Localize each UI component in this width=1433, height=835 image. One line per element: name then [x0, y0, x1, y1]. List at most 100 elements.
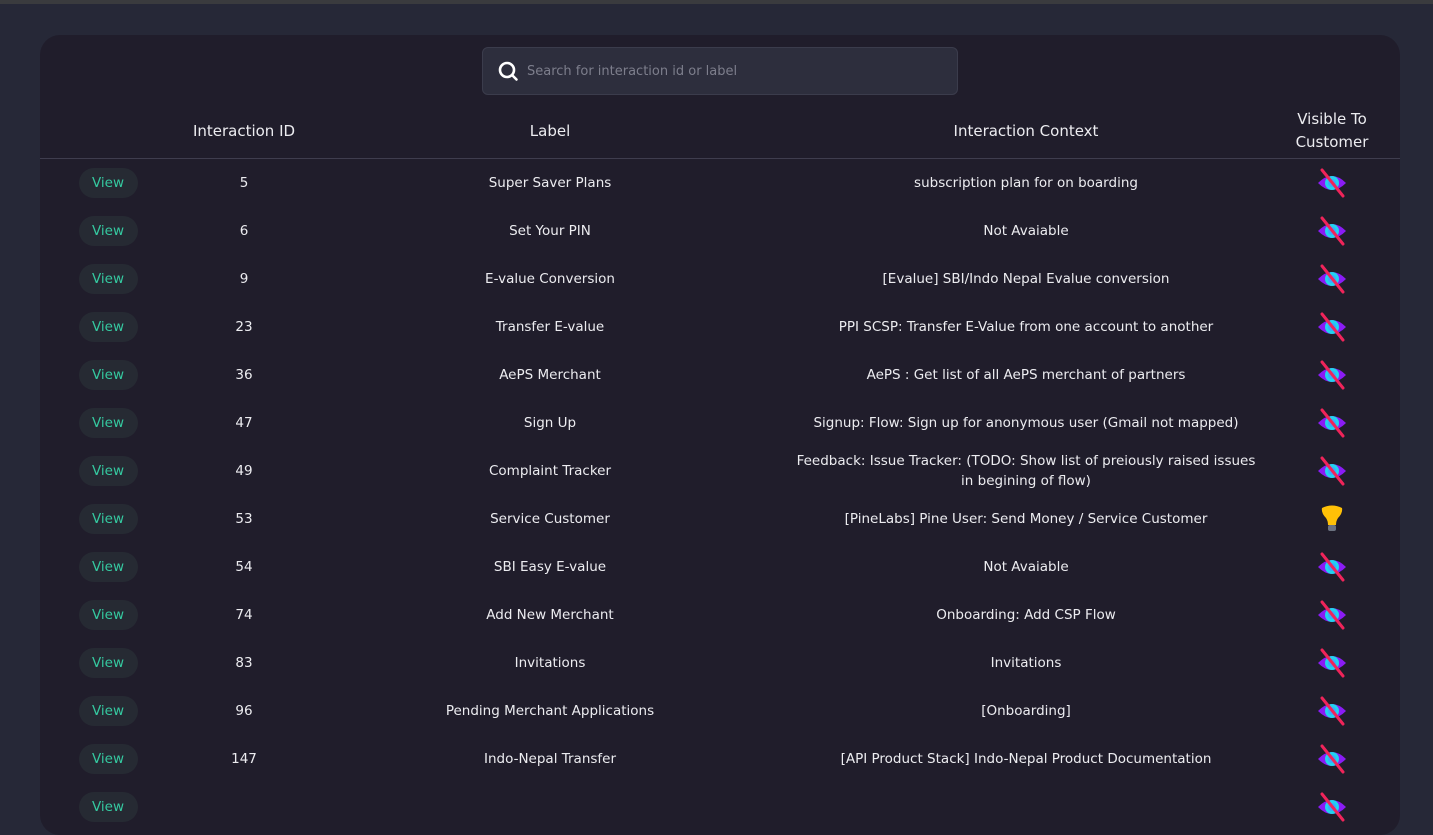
- interaction-label: Transfer E-value: [495, 319, 605, 335]
- interaction-label: Set Your PIN: [509, 223, 591, 239]
- interaction-label: Service Customer: [490, 511, 610, 527]
- interaction-context: subscription plan for on boarding: [914, 175, 1138, 191]
- interaction-context: [Onboarding]: [981, 703, 1071, 719]
- eye-off-icon: [1314, 789, 1350, 825]
- interaction-label: AePS Merchant: [499, 367, 601, 383]
- interaction-label: Sign Up: [523, 415, 577, 431]
- interaction-label: [312, 783, 788, 831]
- visibility-cell: [1264, 591, 1400, 639]
- visibility-cell: [1264, 495, 1400, 543]
- interaction-label: Indo-Nepal Transfer: [483, 751, 617, 767]
- interaction-id: 6: [239, 223, 249, 239]
- table-row: View 23 Transfer E-value PPI SCSP: Trans…: [40, 303, 1400, 351]
- search-box[interactable]: [482, 47, 958, 95]
- view-cell: View: [40, 447, 176, 495]
- table-row: View 6 Set Your PIN Not Avaiable: [40, 207, 1400, 255]
- interaction-id: 47: [235, 415, 253, 431]
- view-button[interactable]: View: [78, 168, 138, 198]
- table-row: View 74 Add New Merchant Onboarding: Add…: [40, 591, 1400, 639]
- interaction-label: Add New Merchant: [486, 607, 614, 623]
- interaction-id: 49: [235, 463, 253, 479]
- view-cell: View: [40, 303, 176, 351]
- view-button[interactable]: View: [78, 696, 138, 726]
- view-cell: View: [40, 783, 176, 831]
- interaction-id: 74: [235, 607, 253, 623]
- view-cell: View: [40, 687, 176, 735]
- table-row: View 47 Sign Up Signup: Flow: Sign up fo…: [40, 399, 1400, 447]
- visibility-cell: [1264, 639, 1400, 687]
- eye-off-icon: [1314, 165, 1350, 201]
- view-button[interactable]: View: [78, 600, 138, 630]
- view-cell: View: [40, 495, 176, 543]
- visibility-cell: [1264, 783, 1400, 831]
- interaction-label: E-value Conversion: [485, 271, 615, 287]
- view-cell: View: [40, 543, 176, 591]
- interaction-context: AePS : Get list of all AePS merchant of …: [866, 367, 1186, 383]
- interaction-context: Signup: Flow: Sign up for anonymous user…: [813, 415, 1239, 431]
- interaction-context: [API Product Stack] Indo-Nepal Product D…: [840, 751, 1212, 767]
- eye-off-icon: [1314, 693, 1350, 729]
- view-button[interactable]: View: [78, 504, 138, 534]
- view-button[interactable]: View: [78, 648, 138, 678]
- view-button[interactable]: View: [78, 408, 138, 438]
- view-button[interactable]: View: [78, 744, 138, 774]
- top-bar: [0, 0, 1433, 4]
- view-button[interactable]: View: [78, 264, 138, 294]
- interaction-label: Pending Merchant Applications: [445, 703, 655, 719]
- visibility-cell: [1264, 207, 1400, 255]
- interaction-context: [PineLabs] Pine User: Send Money / Servi…: [844, 511, 1208, 527]
- table-row: View 96 Pending Merchant Applications [O…: [40, 687, 1400, 735]
- search-icon: [497, 60, 519, 82]
- header-interaction-id[interactable]: Interaction ID: [176, 103, 312, 159]
- visibility-cell: [1264, 447, 1400, 495]
- interaction-context: Invitations: [990, 655, 1062, 671]
- lightbulb-icon: [1314, 501, 1350, 537]
- eye-off-icon: [1314, 549, 1350, 585]
- view-button[interactable]: View: [78, 792, 138, 822]
- interaction-context: Not Avaiable: [983, 223, 1069, 239]
- interaction-id: 147: [231, 751, 257, 767]
- view-button[interactable]: View: [78, 312, 138, 342]
- interaction-id: [176, 783, 312, 831]
- visibility-cell: [1264, 399, 1400, 447]
- eye-off-icon: [1314, 357, 1350, 393]
- visibility-cell: [1264, 543, 1400, 591]
- eye-off-icon: [1314, 405, 1350, 441]
- interaction-context: Not Avaiable: [983, 559, 1069, 575]
- header-visible-to-customer[interactable]: Visible To Customer: [1264, 103, 1400, 159]
- header-interaction-context[interactable]: Interaction Context: [788, 103, 1264, 159]
- view-cell: View: [40, 159, 176, 207]
- view-cell: View: [40, 255, 176, 303]
- table-row: View 9 E-value Conversion [Evalue] SBI/I…: [40, 255, 1400, 303]
- header-label[interactable]: Label: [312, 103, 788, 159]
- table-header: Interaction ID Label Interaction Context…: [40, 103, 1400, 159]
- view-button[interactable]: View: [78, 552, 138, 582]
- view-cell: View: [40, 399, 176, 447]
- visibility-cell: [1264, 159, 1400, 207]
- eye-off-icon: [1314, 213, 1350, 249]
- interaction-id: 53: [235, 511, 253, 527]
- interactions-panel: Interaction ID Label Interaction Context…: [40, 35, 1400, 835]
- table-row: View 53 Service Customer [PineLabs] Pine…: [40, 495, 1400, 543]
- view-button[interactable]: View: [78, 360, 138, 390]
- interaction-context: PPI SCSP: Transfer E-Value from one acco…: [838, 319, 1214, 335]
- visibility-cell: [1264, 303, 1400, 351]
- interaction-context: Onboarding: Add CSP Flow: [936, 607, 1116, 623]
- interaction-id: 9: [239, 271, 249, 287]
- view-cell: View: [40, 207, 176, 255]
- eye-off-icon: [1314, 645, 1350, 681]
- interaction-context: Feedback: Issue Tracker: (TODO: Show lis…: [796, 453, 1256, 489]
- view-cell: View: [40, 639, 176, 687]
- view-cell: View: [40, 735, 176, 783]
- eye-off-icon: [1314, 597, 1350, 633]
- interaction-id: 83: [235, 655, 253, 671]
- interaction-label: Invitations: [514, 655, 586, 671]
- search-input[interactable]: [527, 48, 957, 94]
- interaction-context: [788, 783, 1264, 831]
- interaction-id: 5: [239, 175, 249, 191]
- view-button[interactable]: View: [78, 216, 138, 246]
- interaction-context: [Evalue] SBI/Indo Nepal Evalue conversio…: [882, 271, 1170, 287]
- interaction-label: Super Saver Plans: [488, 175, 612, 191]
- eye-off-icon: [1314, 741, 1350, 777]
- view-button[interactable]: View: [78, 456, 138, 486]
